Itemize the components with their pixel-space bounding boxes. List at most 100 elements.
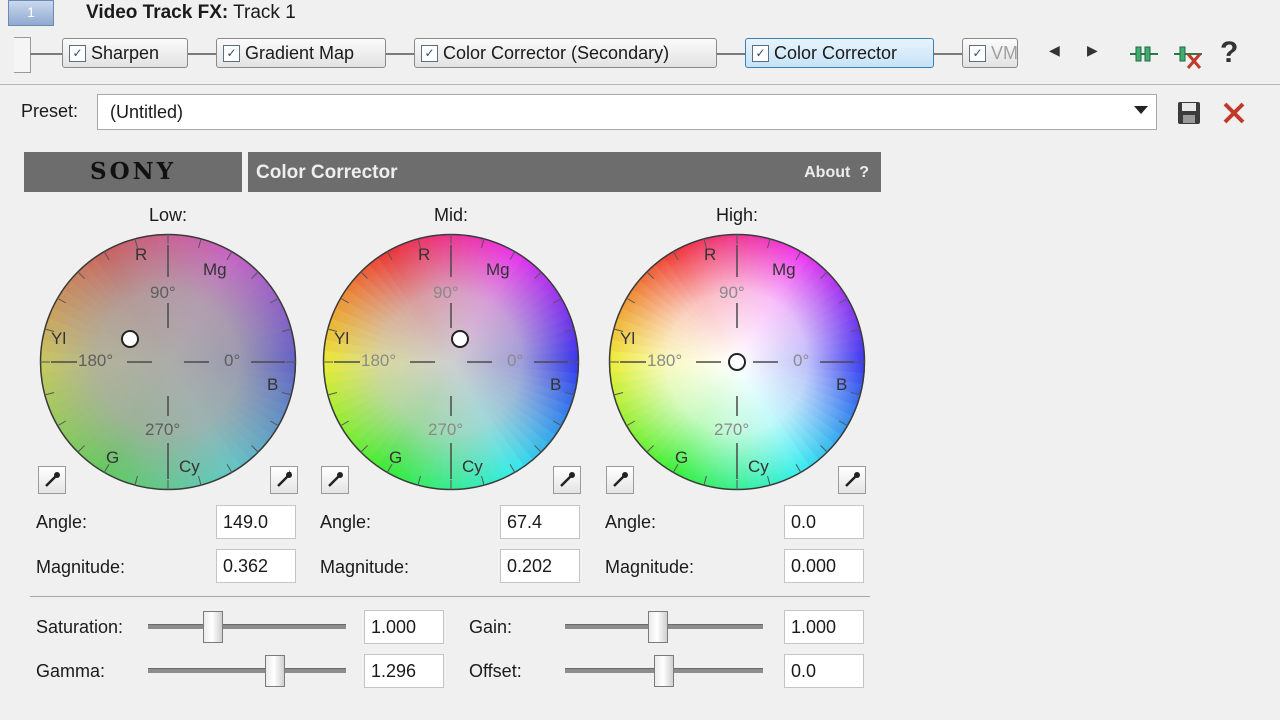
eyedropper-icon <box>613 472 628 487</box>
eyedropper-icon <box>845 472 860 487</box>
gain-label: Gain: <box>469 617 513 637</box>
wheel-degree-180: 180° <box>361 351 397 370</box>
magnitude-field-high[interactable]: 0.000 <box>784 549 864 583</box>
wheel-degree-270: 270° <box>714 420 750 439</box>
wheel-label-mg: Mg <box>203 260 227 279</box>
magnitude-field-mid[interactable]: 0.202 <box>500 549 580 583</box>
wheel-handle[interactable] <box>728 353 746 371</box>
saturation-label: Saturation: <box>36 617 124 637</box>
gamma-field[interactable]: 1.296 <box>364 654 444 688</box>
eyedropper-icon: + <box>277 468 292 487</box>
fx-color-corrector-secondary-button[interactable]: ✓ Color Corrector (Secondary) <box>414 38 717 68</box>
eyedropper-icon <box>560 472 575 487</box>
offset-slider-thumb[interactable] <box>654 655 674 687</box>
arrow-left-icon[interactable]: ◀ <box>1049 42 1060 59</box>
preset-value: (Untitled) <box>110 102 184 122</box>
magnitude-field-low[interactable]: 0.362 <box>216 549 296 583</box>
wheel-degree-90: 90° <box>719 283 745 302</box>
chain-connector <box>188 53 216 55</box>
eyedropper-low-right[interactable]: + <box>270 466 298 494</box>
section-divider <box>30 596 870 597</box>
offset-field[interactable]: 0.0 <box>784 654 864 688</box>
color-wheel-high[interactable]: R Mg Yl B G Cy 90° 180° 0° 270° <box>608 233 866 491</box>
wheel-label-yl: Yl <box>51 329 67 348</box>
wheel-label-yl: Yl <box>334 329 350 348</box>
fx-chain: ✓ Sharpen ✓ Gradient Map ✓ Color Correct… <box>0 34 1280 74</box>
wheel-title-mid: Mid: <box>433 205 468 225</box>
gamma-slider-thumb[interactable] <box>264 655 285 687</box>
delete-icon[interactable] <box>1220 99 1248 127</box>
saturation-slider-thumb[interactable] <box>203 611 224 643</box>
checkbox-icon[interactable]: ✓ <box>752 44 769 62</box>
window-title-track: Track 1 <box>228 2 296 23</box>
checkbox-icon[interactable]: ✓ <box>969 44 986 62</box>
preset-label: Preset: <box>21 101 79 121</box>
dropdown-icon[interactable] <box>1134 106 1148 114</box>
wheel-label-mg: Mg <box>486 260 510 279</box>
color-wheel-low[interactable]: R Mg Yl B G Cy 90° 180° 0° 270° <box>39 233 297 491</box>
fx-sharpen-button[interactable]: ✓ Sharpen <box>62 38 188 68</box>
offset-label: Offset: <box>469 661 522 681</box>
help-icon[interactable]: ? <box>1220 36 1238 70</box>
wheel-label-b: B <box>836 375 848 394</box>
fx-label: Color Corrector <box>774 42 898 63</box>
wheel-label-mg: Mg <box>772 260 796 279</box>
saturation-field[interactable]: 1.000 <box>364 610 444 644</box>
fx-color-corrector-button[interactable]: ✓ Color Corrector <box>745 38 934 68</box>
eyedropper-mid-left[interactable] <box>321 466 349 494</box>
plugin-chain-icon[interactable] <box>1128 38 1160 70</box>
plugin-header: Color Corrector About ? <box>248 152 881 192</box>
checkbox-icon[interactable]: ✓ <box>69 44 86 62</box>
wheel-label-yl: Yl <box>620 329 636 348</box>
wheel-label-g: G <box>106 448 120 467</box>
saturation-slider[interactable] <box>148 624 346 629</box>
track-number-badge[interactable]: 1 <box>8 0 54 26</box>
wheel-label-r: R <box>704 245 717 264</box>
eyedropper-mid-right[interactable] <box>553 466 581 494</box>
angle-field-low[interactable]: 149.0 <box>216 505 296 539</box>
wheel-label-cy: Cy <box>748 457 769 476</box>
eyedropper-icon <box>328 472 343 487</box>
arrow-right-icon[interactable]: ▶ <box>1087 42 1098 59</box>
fx-vm-button[interactable]: ✓ VM <box>962 38 1018 68</box>
angle-field-mid[interactable]: 67.4 <box>500 505 580 539</box>
fx-label: VM <box>991 42 1018 63</box>
angle-label-mid: Angle: <box>320 512 372 532</box>
gain-field[interactable]: 1.000 <box>784 610 864 644</box>
wheel-label-r: R <box>135 245 148 264</box>
wheel-degree-90: 90° <box>433 283 459 302</box>
eyedropper-high-right[interactable] <box>838 466 866 494</box>
remove-plugin-icon[interactable] <box>1172 38 1204 70</box>
chain-connector <box>934 53 962 55</box>
wheel-title-high: High: <box>715 205 759 225</box>
chain-connector <box>717 53 745 55</box>
save-icon[interactable] <box>1175 99 1203 127</box>
checkbox-icon[interactable]: ✓ <box>223 44 240 62</box>
wheel-label-cy: Cy <box>179 457 200 476</box>
eyedropper-icon <box>45 472 60 487</box>
angle-label-high: Angle: <box>605 512 657 532</box>
wheel-label-b: B <box>267 375 279 394</box>
magnitude-label-low: Magnitude: <box>36 557 126 577</box>
wheel-degree-270: 270° <box>428 420 464 439</box>
gain-slider-thumb[interactable] <box>648 611 669 643</box>
checkbox-icon[interactable]: ✓ <box>421 44 438 62</box>
color-wheel-mid[interactable]: R Mg Yl B G Cy 90° 180° 0° 270° <box>322 233 580 491</box>
about-help-icon: ? <box>859 164 869 181</box>
preset-dropdown[interactable]: (Untitled) <box>97 94 1157 130</box>
gamma-slider[interactable] <box>148 668 346 673</box>
brand-logo: SONY <box>24 152 242 192</box>
wheel-degree-90: 90° <box>150 283 176 302</box>
wheel-label-r: R <box>418 245 431 264</box>
wheel-degree-180: 180° <box>78 351 114 370</box>
eyedropper-low-left[interactable] <box>38 466 66 494</box>
wheel-degree-180: 180° <box>647 351 683 370</box>
chain-start-handle <box>14 37 31 73</box>
fx-gradient-map-button[interactable]: ✓ Gradient Map <box>216 38 386 68</box>
angle-field-high[interactable]: 0.0 <box>784 505 864 539</box>
about-button[interactable]: About ? <box>804 164 869 182</box>
magnitude-label-high: Magnitude: <box>605 557 695 577</box>
chain-connector <box>30 53 62 55</box>
eyedropper-high-left[interactable] <box>606 466 634 494</box>
gamma-label: Gamma: <box>36 661 106 681</box>
